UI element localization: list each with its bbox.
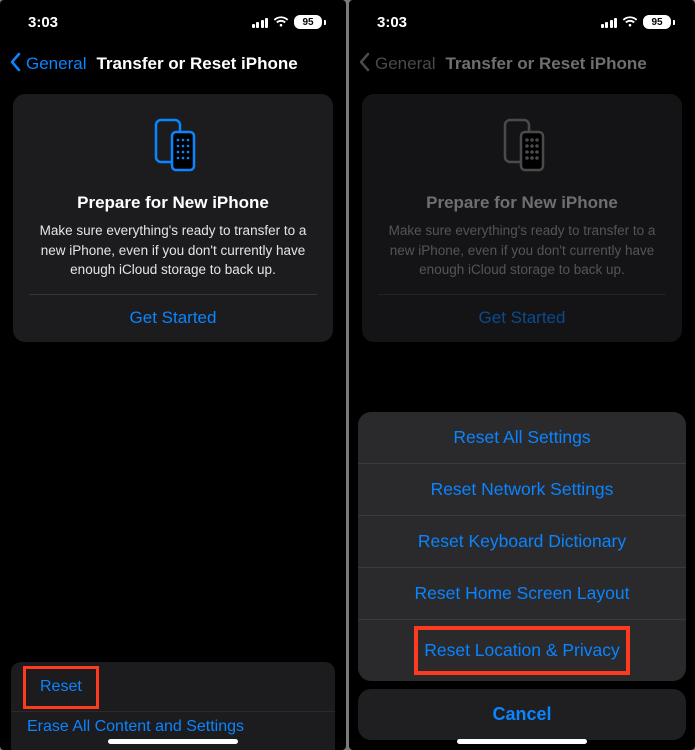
prepare-card: Prepare for New iPhone Make sure everyth… bbox=[13, 94, 333, 342]
reset-location-privacy[interactable]: Reset Location & Privacy bbox=[358, 620, 686, 681]
status-bar: 3:03 95 bbox=[0, 0, 346, 44]
battery-icon: 95 bbox=[294, 15, 326, 29]
home-indicator[interactable] bbox=[108, 739, 238, 744]
reset-all-settings[interactable]: Reset All Settings bbox=[358, 412, 686, 464]
sheet-options: Reset All Settings Reset Network Setting… bbox=[358, 412, 686, 681]
clock: 3:03 bbox=[28, 14, 58, 31]
reset-row[interactable]: Reset bbox=[23, 666, 99, 709]
get-started-button[interactable]: Get Started bbox=[130, 295, 217, 342]
bottom-list: Reset Erase All Content and Settings bbox=[11, 662, 335, 750]
cellular-icon bbox=[252, 17, 269, 28]
reset-network-settings[interactable]: Reset Network Settings bbox=[358, 464, 686, 516]
wifi-icon bbox=[273, 16, 289, 28]
erase-row[interactable]: Erase All Content and Settings bbox=[11, 712, 335, 750]
reset-location-privacy-label: Reset Location & Privacy bbox=[414, 626, 630, 675]
content: Prepare for New iPhone Make sure everyth… bbox=[0, 84, 346, 750]
page-title: Transfer or Reset iPhone bbox=[96, 54, 297, 74]
nav-bar: General Transfer or Reset iPhone bbox=[0, 44, 346, 84]
reset-home-screen-layout[interactable]: Reset Home Screen Layout bbox=[358, 568, 686, 620]
phone-left: 3:03 95 General Transfer or Reset iPhone bbox=[0, 0, 346, 750]
home-indicator[interactable] bbox=[457, 739, 587, 744]
card-title: Prepare for New iPhone bbox=[77, 193, 269, 213]
back-chevron-icon[interactable] bbox=[8, 52, 22, 77]
card-description: Make sure everything's ready to transfer… bbox=[29, 221, 317, 294]
devices-icon bbox=[142, 114, 204, 181]
status-right: 95 bbox=[252, 15, 327, 29]
reset-keyboard-dictionary[interactable]: Reset Keyboard Dictionary bbox=[358, 516, 686, 568]
phone-right: 3:03 95 General Transfer or Reset iPhone bbox=[349, 0, 695, 750]
cancel-button[interactable]: Cancel bbox=[358, 689, 686, 740]
reset-action-sheet: Reset All Settings Reset Network Setting… bbox=[358, 412, 686, 740]
back-button[interactable]: General bbox=[26, 54, 86, 74]
